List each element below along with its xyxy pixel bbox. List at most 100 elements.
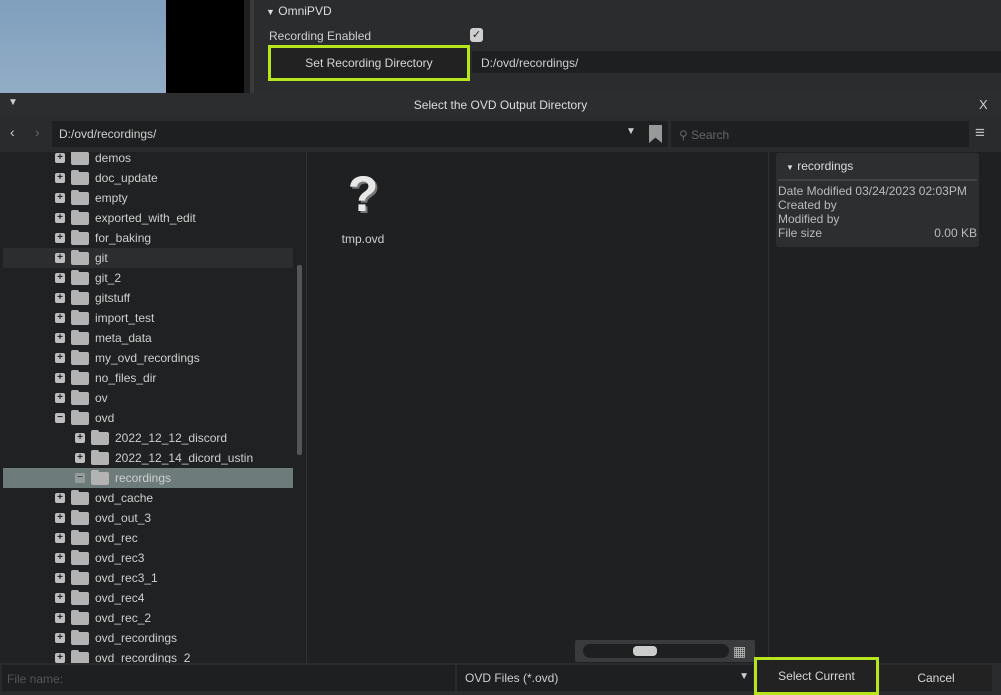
tree-item[interactable]: + ovd_rec_2 bbox=[3, 608, 293, 628]
expand-toggle-icon[interactable]: + bbox=[55, 593, 65, 603]
expand-toggle-icon[interactable]: + bbox=[55, 653, 65, 663]
expand-toggle-icon[interactable]: + bbox=[55, 233, 65, 243]
recording-enabled-checkbox[interactable]: ✓ bbox=[470, 28, 483, 42]
expand-toggle-icon[interactable]: + bbox=[55, 393, 65, 403]
triangle-down-icon: ▼ bbox=[786, 163, 794, 172]
property-panel: ▼ OmniPVD Recording Enabled ✓ Set Record… bbox=[250, 0, 1001, 93]
tree-item[interactable]: +2022_12_12_discord bbox=[3, 428, 293, 448]
folder-icon bbox=[71, 269, 89, 285]
tree-item[interactable]: +2022_12_14_dicord_ustin bbox=[3, 448, 293, 468]
expand-toggle-icon[interactable]: + bbox=[55, 353, 65, 363]
filename-input[interactable]: File name: bbox=[2, 665, 455, 691]
tree-item[interactable]: − ovd bbox=[3, 408, 293, 428]
folder-icon bbox=[71, 229, 89, 245]
collapse-toggle-icon[interactable]: − bbox=[55, 413, 65, 423]
toolbar: ‹ › D:/ovd/recordings/ ▼ ⚲ Search ≡ bbox=[0, 115, 1001, 152]
tree-item-label: demos bbox=[95, 152, 132, 165]
tree-scrollbar[interactable] bbox=[297, 265, 302, 455]
tree-item[interactable]: + ovd_recordings bbox=[3, 628, 293, 648]
expand-toggle-icon[interactable]: + bbox=[55, 253, 65, 263]
expand-toggle-icon[interactable]: + bbox=[55, 573, 65, 583]
tree-item[interactable]: + demos bbox=[3, 152, 293, 168]
folder-icon bbox=[71, 549, 89, 565]
folder-icon bbox=[71, 649, 89, 663]
expand-toggle-icon[interactable]: + bbox=[55, 613, 65, 623]
tree-item-label: recordings bbox=[115, 471, 172, 485]
triangle-down-icon: ▼ bbox=[266, 7, 275, 17]
zoom-slider[interactable]: ▦ bbox=[575, 640, 755, 662]
path-field[interactable]: D:/ovd/recordings/ bbox=[52, 121, 668, 147]
tree-item[interactable]: + ovd_rec3_1 bbox=[3, 568, 293, 588]
file-type-dropdown[interactable]: OVD Files (*.ovd) ▼ bbox=[457, 665, 753, 691]
cancel-button[interactable]: Cancel bbox=[880, 665, 992, 691]
tree-item-label: for_baking bbox=[95, 231, 152, 245]
forward-icon[interactable]: › bbox=[35, 124, 40, 140]
tree-item[interactable]: + gitstuff bbox=[3, 288, 293, 308]
tree-item-label: ovd_rec3_1 bbox=[95, 571, 158, 585]
tree-item[interactable]: + git_2 bbox=[3, 268, 293, 288]
back-icon[interactable]: ‹ bbox=[10, 124, 15, 140]
tree-item-label: my_ovd_recordings bbox=[95, 351, 200, 365]
tree-item[interactable]: + git bbox=[3, 248, 293, 268]
collapse-toggle-icon[interactable]: − bbox=[75, 473, 85, 483]
dialog-title: Select the OVD Output Directory bbox=[413, 98, 588, 112]
select-current-button[interactable]: Select Current bbox=[754, 657, 879, 695]
expand-toggle-icon[interactable]: + bbox=[55, 633, 65, 643]
tree-item-label: ovd_rec bbox=[95, 531, 138, 545]
folder-tree[interactable]: + demos + doc_update + empty + exported_with_ed… bbox=[0, 152, 305, 663]
tree-item[interactable]: + ovd_rec3 bbox=[3, 548, 293, 568]
folder-icon bbox=[71, 589, 89, 605]
dialog-title-bar[interactable]: ▼ Select the OVD Output Directory X bbox=[0, 93, 1001, 115]
expand-toggle-icon[interactable]: + bbox=[55, 313, 65, 323]
expand-toggle-icon[interactable]: + bbox=[55, 193, 65, 203]
expand-toggle-icon[interactable]: + bbox=[55, 173, 65, 183]
expand-toggle-icon[interactable]: + bbox=[55, 333, 65, 343]
dropdown-icon: ▼ bbox=[739, 671, 749, 682]
path-dropdown-icon[interactable]: ▼ bbox=[626, 126, 636, 137]
search-input[interactable]: ⚲ Search bbox=[671, 121, 969, 147]
menu-icon[interactable]: ≡ bbox=[975, 123, 985, 143]
question-mark-icon: ? bbox=[347, 166, 379, 222]
tree-item[interactable]: + for_baking bbox=[3, 228, 293, 248]
info-header[interactable]: ▼ recordings bbox=[778, 153, 977, 181]
tree-item[interactable]: + ovd_cache bbox=[3, 488, 293, 508]
expand-toggle-icon[interactable]: + bbox=[75, 453, 85, 463]
slider-handle[interactable] bbox=[633, 646, 657, 656]
tree-item[interactable]: + ovd_recordings_2 bbox=[3, 648, 293, 663]
expand-toggle-icon[interactable]: + bbox=[55, 513, 65, 523]
tree-item[interactable]: + meta_data bbox=[3, 328, 293, 348]
tree-item-label: git bbox=[95, 251, 108, 265]
directory-field[interactable]: D:/ovd/recordings/ bbox=[472, 51, 1001, 73]
tree-item[interactable]: + my_ovd_recordings bbox=[3, 348, 293, 368]
expand-toggle-icon[interactable]: + bbox=[55, 293, 65, 303]
tree-item[interactable]: + doc_update bbox=[3, 168, 293, 188]
file-item[interactable]: ? tmp.ovd bbox=[335, 164, 391, 246]
expand-toggle-icon[interactable]: + bbox=[75, 433, 85, 443]
expand-toggle-icon[interactable]: + bbox=[55, 493, 65, 503]
tree-item[interactable]: + empty bbox=[3, 188, 293, 208]
tree-item[interactable]: − recordings bbox=[3, 468, 293, 488]
tree-item[interactable]: + no_files_dir bbox=[3, 368, 293, 388]
file-view[interactable]: ? tmp.ovd ▦ bbox=[306, 152, 769, 663]
tree-item[interactable]: + ovd_rec bbox=[3, 528, 293, 548]
tree-item[interactable]: + ov bbox=[3, 388, 293, 408]
expand-toggle-icon[interactable]: + bbox=[55, 213, 65, 223]
folder-icon bbox=[71, 609, 89, 625]
tree-item[interactable]: + ovd_out_3 bbox=[3, 508, 293, 528]
expand-toggle-icon[interactable]: + bbox=[55, 373, 65, 383]
tree-item[interactable]: + ovd_rec4 bbox=[3, 588, 293, 608]
tree-item-label: gitstuff bbox=[95, 291, 131, 305]
tree-item-label: git_2 bbox=[95, 271, 122, 285]
recording-enabled-label: Recording Enabled bbox=[269, 29, 372, 43]
tree-item[interactable]: + import_test bbox=[3, 308, 293, 328]
expand-toggle-icon[interactable]: + bbox=[55, 533, 65, 543]
expand-toggle-icon[interactable]: + bbox=[55, 553, 65, 563]
close-button[interactable]: X bbox=[979, 97, 988, 112]
expand-toggle-icon[interactable]: + bbox=[55, 273, 65, 283]
search-icon: ⚲ bbox=[679, 128, 688, 142]
grid-view-icon[interactable]: ▦ bbox=[733, 643, 746, 660]
section-header[interactable]: ▼ OmniPVD bbox=[266, 4, 332, 18]
expand-toggle-icon[interactable]: + bbox=[55, 153, 65, 163]
set-recording-directory-button[interactable]: Set Recording Directory bbox=[268, 45, 470, 81]
tree-item[interactable]: + exported_with_edit bbox=[3, 208, 293, 228]
